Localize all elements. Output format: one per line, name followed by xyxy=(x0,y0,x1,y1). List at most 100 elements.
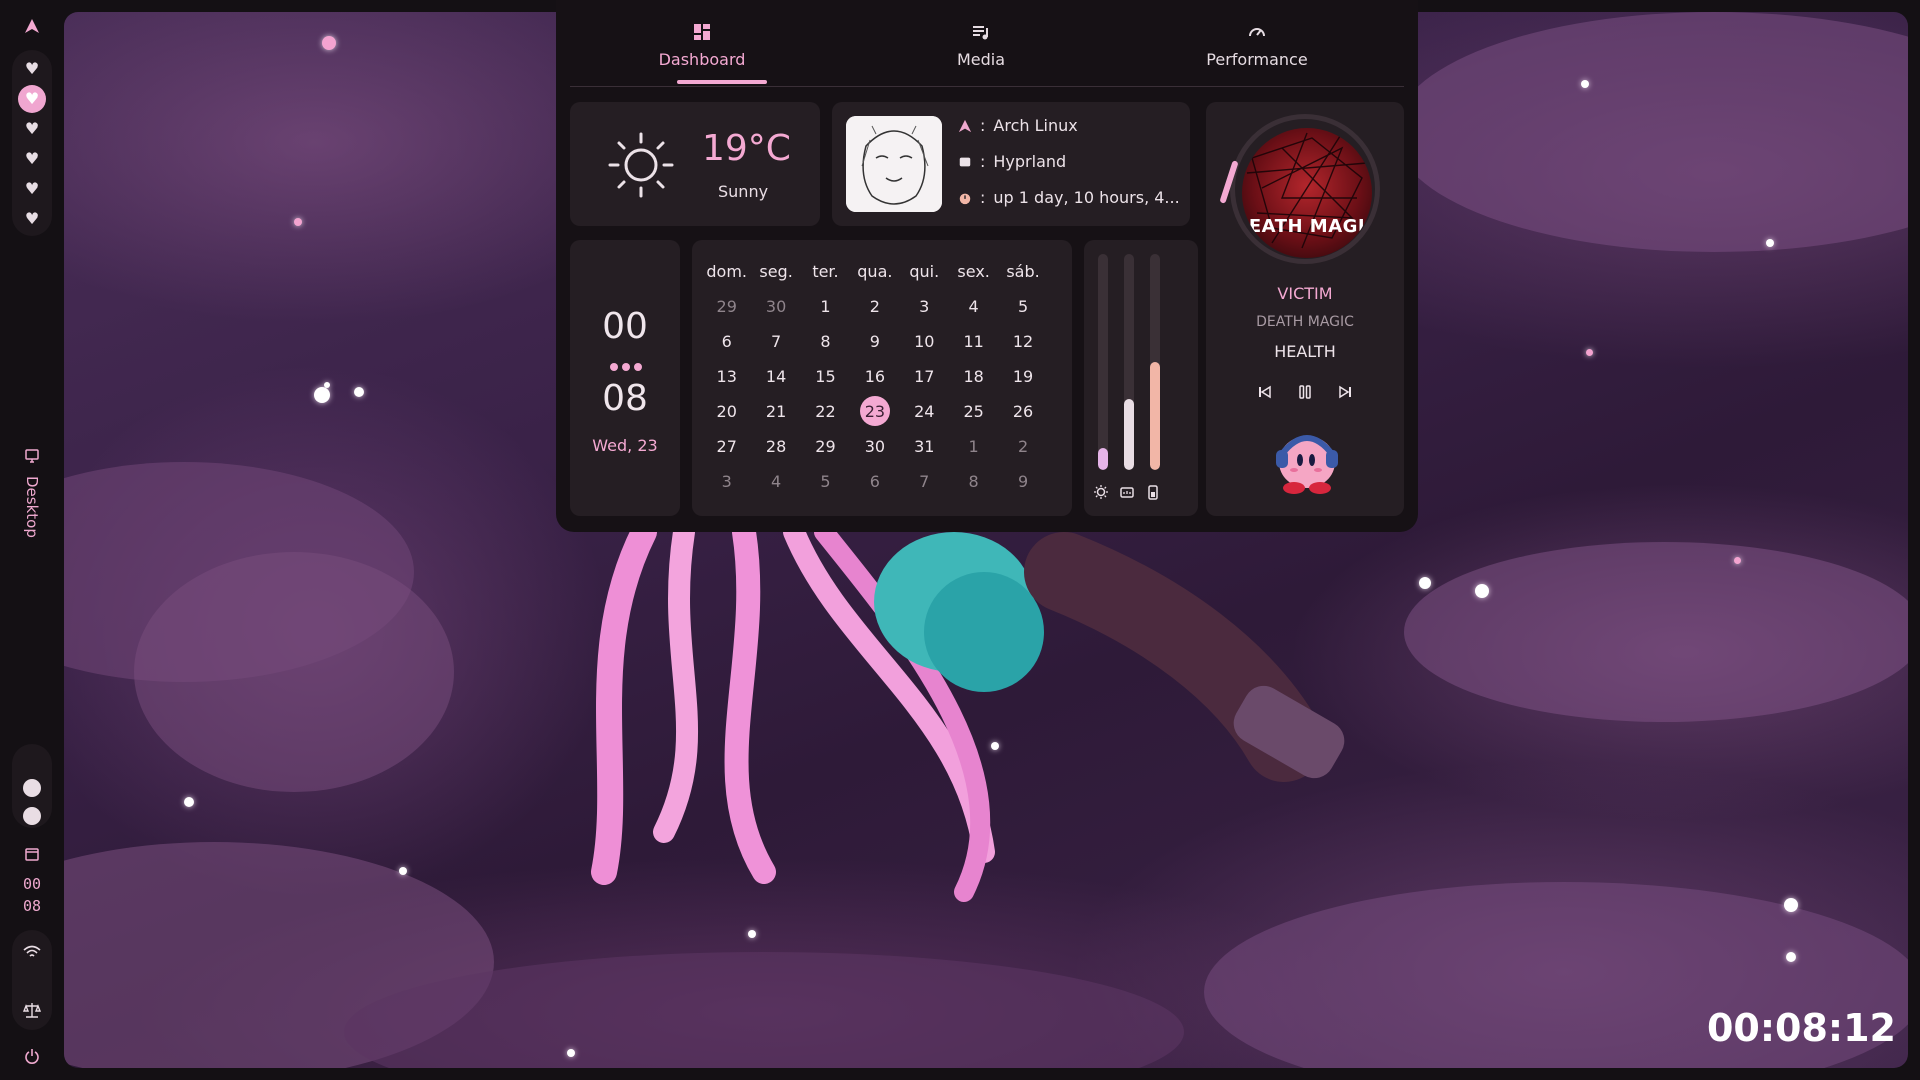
track-title: VICTIM xyxy=(1277,284,1333,303)
balance-icon[interactable] xyxy=(0,998,64,1022)
calendar-day[interactable]: 21 xyxy=(751,402,800,421)
calendar-day[interactable]: 4 xyxy=(949,297,998,316)
workspace-1-heart-icon[interactable]: ♥ xyxy=(0,60,64,78)
pause-button[interactable] xyxy=(1293,380,1317,404)
calendar-weekday-row: dom. seg. ter. qua. qui. sex. sáb. xyxy=(702,254,1062,289)
battery-slider[interactable] xyxy=(1150,254,1160,470)
weather-card: 19°C Sunny xyxy=(570,102,820,226)
workspace-2-heart-icon[interactable]: ♥ xyxy=(0,90,64,108)
calendar-day[interactable]: 22 xyxy=(801,402,850,421)
calendar-day[interactable]: 9 xyxy=(850,332,899,351)
calendar-day[interactable]: 28 xyxy=(751,437,800,456)
volume-slider-fill xyxy=(1124,398,1134,470)
calendar-day[interactable]: 14 xyxy=(751,367,800,386)
calendar-day[interactable]: 17 xyxy=(900,367,949,386)
calendar-day[interactable]: 4 xyxy=(751,472,800,491)
calendar-day[interactable]: 23 xyxy=(850,396,899,426)
calendar-day[interactable]: 18 xyxy=(949,367,998,386)
workspace-5-heart-icon[interactable]: ♥ xyxy=(0,180,64,198)
workspace-3-heart-icon[interactable]: ♥ xyxy=(0,120,64,138)
calendar-day[interactable]: 8 xyxy=(801,332,850,351)
wm-row: : Hyprland xyxy=(958,152,1066,171)
calendar-day[interactable]: 6 xyxy=(702,332,751,351)
discord-icon[interactable] xyxy=(0,804,64,828)
calendar-day[interactable]: 15 xyxy=(801,367,850,386)
calendar-day-number: 4 xyxy=(968,297,979,316)
calendar-week-row: 3 4 5 6 7 8 9 xyxy=(702,464,1062,499)
calendar-day[interactable]: 26 xyxy=(998,402,1047,421)
track-album: DEATH MAGIC xyxy=(1256,314,1354,330)
calendar-day-number: 29 xyxy=(716,297,737,316)
bar-clock[interactable]: 00 08 xyxy=(0,873,64,917)
calendar-day[interactable]: 12 xyxy=(998,332,1047,351)
calendar-day[interactable]: 25 xyxy=(949,402,998,421)
calendar-day[interactable]: 5 xyxy=(801,472,850,491)
calendar-day[interactable]: 30 xyxy=(751,297,800,316)
calendar-day[interactable]: 11 xyxy=(949,332,998,351)
calendar-week-row: 27 28 29 30 31 1 2 xyxy=(702,429,1062,464)
calendar-day[interactable]: 29 xyxy=(801,437,850,456)
calendar-day-number: 30 xyxy=(864,437,886,456)
tab-performance[interactable]: Performance xyxy=(1177,22,1337,69)
workspace-6-heart-icon[interactable]: ♥ xyxy=(0,210,64,228)
calendar-day[interactable]: 8 xyxy=(949,472,998,491)
calendar-day[interactable]: 6 xyxy=(850,472,899,491)
calendar-day[interactable]: 10 xyxy=(900,332,949,351)
calendar-day[interactable]: 20 xyxy=(702,402,751,421)
tab-dashboard-label: Dashboard xyxy=(658,50,746,69)
calendar-day[interactable]: 13 xyxy=(702,367,751,386)
calendar-card: dom. seg. ter. qua. qui. sex. sáb. 29 30 1… xyxy=(692,240,1072,516)
brightness-slider[interactable] xyxy=(1098,254,1108,470)
calendar-day-number: 2 xyxy=(869,297,880,316)
calendar-day[interactable]: 30 xyxy=(850,437,899,456)
calendar-day-number: 24 xyxy=(914,402,935,421)
tab-media-label: Media xyxy=(956,50,1006,69)
uptime-separator: : xyxy=(980,188,986,207)
clock-date: Wed, 23 xyxy=(592,436,658,455)
calendar-day-number: 7 xyxy=(770,332,782,351)
distro-row: : Arch Linux xyxy=(958,116,1078,135)
arch-logo-icon[interactable] xyxy=(0,14,64,38)
calendar-day[interactable]: 7 xyxy=(900,472,949,491)
calendar-day[interactable]: 24 xyxy=(900,402,949,421)
media-card: EATH MAGI VICTIM DEATH MAGIC HEALTH xyxy=(1206,102,1404,516)
calendar-day-number: 17 xyxy=(914,367,935,386)
gauge-icon xyxy=(1177,22,1337,46)
calendar-day[interactable]: 31 xyxy=(900,437,949,456)
next-button[interactable] xyxy=(1333,380,1357,404)
calendar-week-row: 20 21 22 23 24 25 26 xyxy=(702,394,1062,429)
calendar-day[interactable]: 3 xyxy=(900,297,949,316)
calendar-day[interactable]: 7 xyxy=(751,332,800,351)
calendar-day-number: 9 xyxy=(1017,472,1029,491)
calendar-icon[interactable] xyxy=(0,844,64,864)
bar-clock-minutes: 08 xyxy=(22,897,42,915)
tab-media[interactable]: Media xyxy=(901,22,1061,69)
power-icon[interactable] xyxy=(0,1044,64,1068)
calendar-week-row: 13 14 15 16 17 18 19 xyxy=(702,359,1062,394)
steam-icon[interactable] xyxy=(0,776,64,800)
calendar-day[interactable]: 2 xyxy=(998,437,1047,456)
calendar-day[interactable]: 5 xyxy=(998,297,1047,316)
calendar-day-number: 21 xyxy=(765,402,787,421)
previous-icon xyxy=(1259,385,1271,399)
album-cover: EATH MAGI xyxy=(1242,128,1372,258)
calendar-day[interactable]: 3 xyxy=(702,472,751,491)
previous-button[interactable] xyxy=(1253,380,1277,404)
calendar-day-number: 1 xyxy=(968,437,979,456)
calendar-day[interactable]: 29 xyxy=(702,297,751,316)
battery-slider-fill xyxy=(1150,362,1160,470)
calendar-day[interactable]: 1 xyxy=(949,437,998,456)
wifi-icon[interactable] xyxy=(0,940,64,964)
volume-slider[interactable] xyxy=(1124,254,1134,470)
weekday-label: sáb. xyxy=(1006,262,1040,281)
calendar-day[interactable]: 9 xyxy=(998,472,1047,491)
tab-dashboard[interactable]: Dashboard xyxy=(622,22,782,69)
calendar-day[interactable]: 2 xyxy=(850,297,899,316)
calendar-day[interactable]: 19 xyxy=(998,367,1047,386)
uptime-row: : up 1 day, 10 hours, 4... xyxy=(958,188,1180,207)
weekday-label: seg. xyxy=(759,262,793,281)
calendar-day[interactable]: 27 xyxy=(702,437,751,456)
workspace-4-heart-icon[interactable]: ♥ xyxy=(0,150,64,168)
calendar-day[interactable]: 16 xyxy=(850,367,899,386)
calendar-day[interactable]: 1 xyxy=(801,297,850,316)
